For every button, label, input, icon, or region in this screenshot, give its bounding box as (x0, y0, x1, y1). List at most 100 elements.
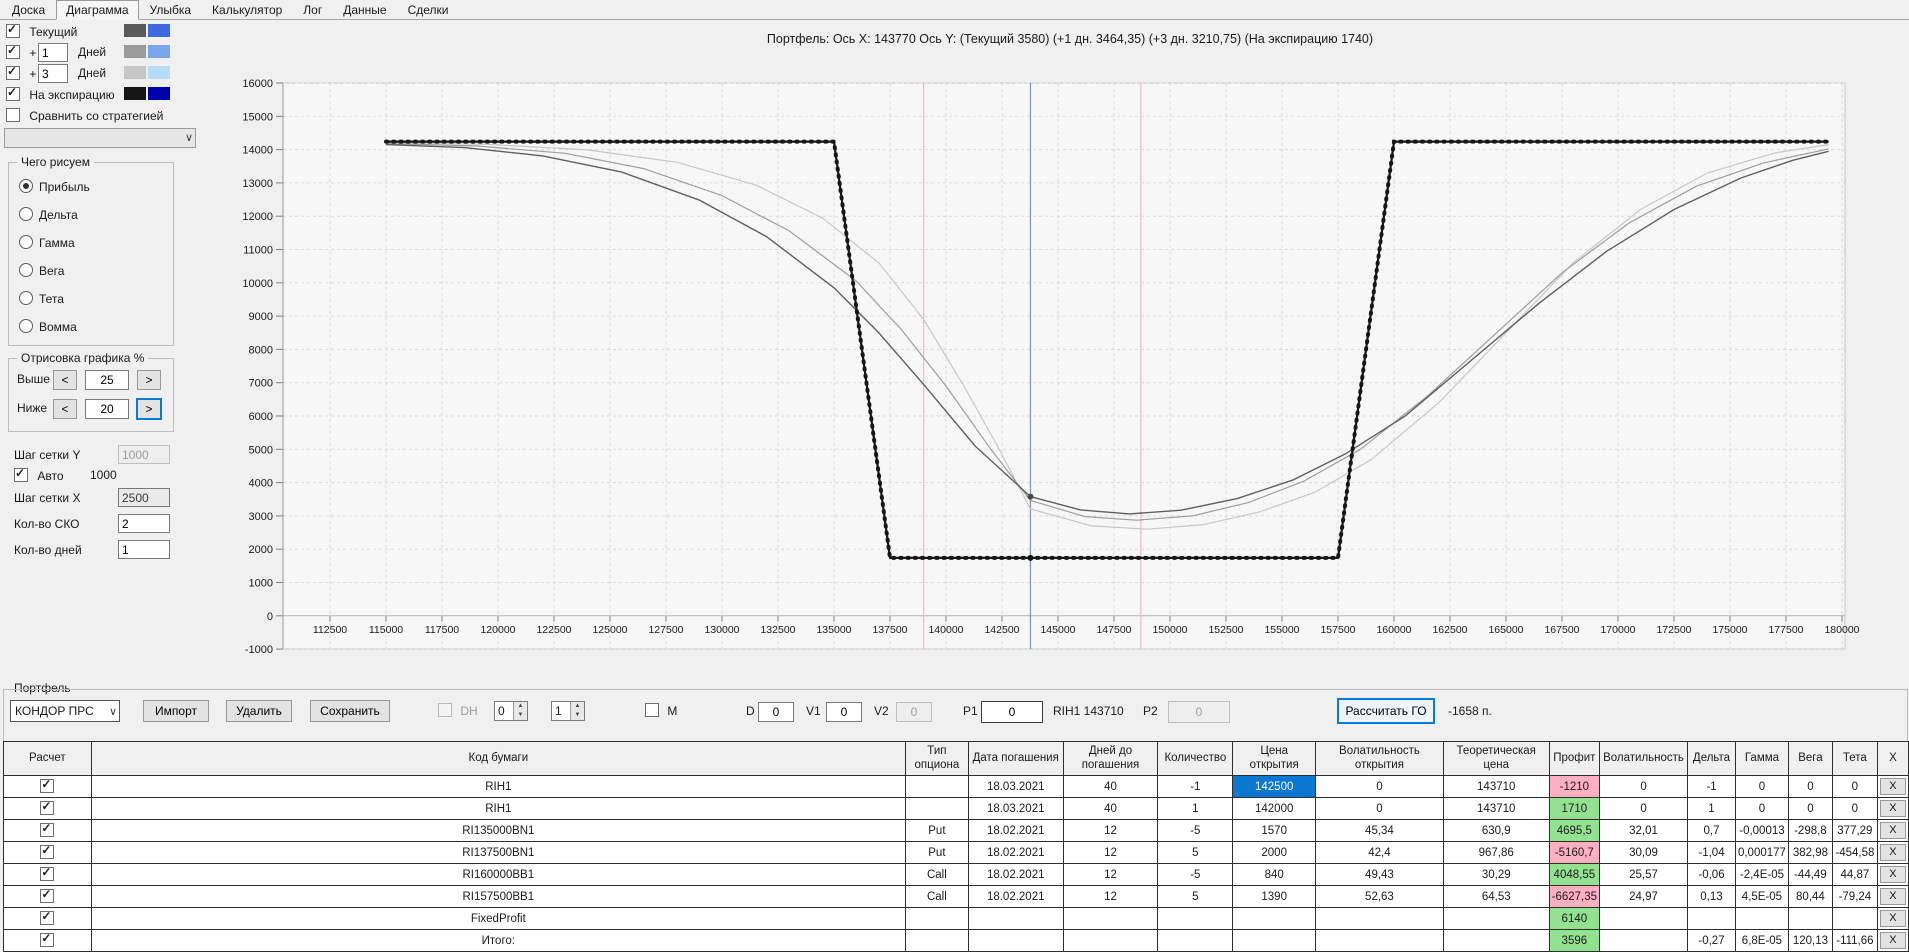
cell-theo[interactable] (1442, 929, 1550, 952)
cell-date[interactable]: 18.02.2021 (967, 819, 1064, 842)
p2-input[interactable] (1168, 701, 1230, 723)
cell-vol_open[interactable]: 52,63 (1315, 885, 1444, 908)
cell-theo[interactable]: 967,86 (1442, 841, 1550, 864)
row-delete-button[interactable]: X (1879, 778, 1906, 795)
cell-qty[interactable] (1157, 907, 1234, 930)
cell-type[interactable]: Put (904, 819, 969, 842)
checkbox-icon[interactable] (40, 932, 55, 947)
cell-vega[interactable]: 382,98 (1787, 841, 1833, 864)
row-delete-cell[interactable]: X (1876, 863, 1909, 886)
layer-plus1-swatch-line[interactable] (124, 45, 146, 58)
cell-type[interactable] (904, 797, 969, 820)
tab-Доска[interactable]: Доска (2, 0, 55, 20)
checkbox-icon[interactable] (40, 866, 55, 881)
tab-Диаграмма[interactable]: Диаграмма (56, 0, 139, 20)
checkbox-icon[interactable] (40, 778, 55, 793)
cell-profit[interactable]: 6140 (1548, 907, 1601, 930)
cell-code[interactable]: RIH1 (90, 797, 906, 820)
cell-days[interactable]: 40 (1062, 775, 1159, 798)
cell-vol[interactable]: 30,09 (1599, 841, 1689, 864)
cell-qty[interactable]: -5 (1157, 863, 1234, 886)
cell-qty[interactable]: 5 (1157, 885, 1234, 908)
cell-type[interactable]: Call (904, 885, 969, 908)
row-delete-cell[interactable]: X (1876, 841, 1909, 864)
cell-vega[interactable] (1787, 907, 1833, 930)
cell-gamma[interactable]: -0,00013 (1734, 819, 1789, 842)
below-percent-input[interactable] (85, 399, 129, 419)
plus3-days-input[interactable] (38, 64, 68, 83)
layer-current-checkbox[interactable] (6, 23, 20, 38)
strategy-combo[interactable]: ∨ (4, 128, 196, 148)
layer-plus1-swatch-fill[interactable] (148, 45, 170, 58)
cell-code[interactable]: RI157500BB1 (90, 885, 906, 908)
calc-margin-button[interactable]: Рассчитать ГО (1337, 698, 1435, 724)
auto-grid-checkbox[interactable] (14, 467, 28, 482)
cell-vol[interactable] (1599, 929, 1689, 952)
cell-code[interactable]: FixedProfit (90, 907, 906, 930)
cell-theta[interactable]: 377,29 (1831, 819, 1878, 842)
layer-current-swatch-line[interactable] (124, 24, 146, 37)
cell-delta[interactable]: 0,7 (1687, 819, 1736, 842)
cell-vol_open[interactable] (1315, 929, 1444, 952)
radio-profit[interactable] (19, 179, 33, 193)
above-percent-input[interactable] (85, 370, 129, 390)
cell-theta[interactable]: 0 (1831, 775, 1878, 798)
tab-Данные[interactable]: Данные (333, 0, 396, 20)
row-delete-cell[interactable]: X (1876, 797, 1909, 820)
radio-vomma[interactable] (19, 319, 33, 333)
cell-vol[interactable] (1599, 907, 1689, 930)
cell-theta[interactable]: -111,66 (1831, 929, 1878, 952)
row-delete-cell[interactable]: X (1876, 819, 1909, 842)
cell-date[interactable]: 18.03.2021 (967, 775, 1064, 798)
cell-theo[interactable]: 30,29 (1442, 863, 1550, 886)
row-delete-button[interactable]: X (1879, 932, 1906, 949)
plus1-days-input[interactable] (38, 43, 68, 62)
cell-theta[interactable]: 44,87 (1831, 863, 1878, 886)
cell-type[interactable] (904, 929, 969, 952)
cell-date[interactable] (967, 907, 1064, 930)
cell-days[interactable]: 12 (1062, 885, 1159, 908)
row-delete-cell[interactable]: X (1876, 929, 1909, 952)
cell-price[interactable] (1232, 907, 1317, 930)
cell-profit[interactable]: -1210 (1548, 775, 1601, 798)
cell-theta[interactable]: -79,24 (1831, 885, 1878, 908)
cell-code[interactable]: RI160000BB1 (90, 863, 906, 886)
cell-days[interactable]: 12 (1062, 841, 1159, 864)
below-increment-button[interactable]: > (136, 398, 162, 420)
d-input[interactable] (758, 702, 794, 722)
v1-input[interactable] (826, 702, 862, 722)
cell-theta[interactable]: 0 (1831, 797, 1878, 820)
row-calc-checkbox[interactable] (3, 841, 92, 864)
row-calc-checkbox[interactable] (3, 819, 92, 842)
cell-vol[interactable]: 25,57 (1599, 863, 1689, 886)
row-delete-button[interactable]: X (1879, 888, 1906, 905)
above-increment-button[interactable]: > (137, 370, 161, 390)
layer-plus3-swatch-line[interactable] (124, 66, 146, 79)
cell-delta[interactable]: -0,27 (1687, 929, 1736, 952)
cell-theo[interactable] (1442, 907, 1550, 930)
tab-Сделки[interactable]: Сделки (398, 0, 459, 20)
cell-profit[interactable]: 3596 (1548, 929, 1601, 952)
cell-theo[interactable]: 143710 (1442, 797, 1550, 820)
cell-price[interactable]: 1570 (1232, 819, 1317, 842)
cell-date[interactable]: 18.02.2021 (967, 885, 1064, 908)
cell-vol_open[interactable] (1315, 907, 1444, 930)
cell-code[interactable]: RIH1 (90, 775, 906, 798)
row-delete-button[interactable]: X (1879, 800, 1906, 817)
cell-theta[interactable]: -454,58 (1831, 841, 1878, 864)
cell-date[interactable]: 18.02.2021 (967, 863, 1064, 886)
cell-days[interactable]: 12 (1062, 863, 1159, 886)
cell-days[interactable]: 40 (1062, 797, 1159, 820)
tab-Калькулятор[interactable]: Калькулятор (202, 0, 292, 20)
spinner-arrows-icon[interactable]: ▲ ▼ (570, 702, 584, 720)
tab-Улыбка[interactable]: Улыбка (140, 0, 202, 20)
row-delete-button[interactable]: X (1879, 844, 1906, 861)
cell-theo[interactable]: 64,53 (1442, 885, 1550, 908)
grid-step-y-input[interactable] (118, 445, 170, 464)
cell-date[interactable]: 18.02.2021 (967, 841, 1064, 864)
m-checkbox[interactable] (645, 703, 659, 717)
checkbox-icon[interactable] (40, 910, 55, 925)
cell-profit[interactable]: 4695,5 (1548, 819, 1601, 842)
cell-gamma[interactable]: -2,4E-05 (1734, 863, 1789, 886)
cell-vol_open[interactable]: 45,34 (1315, 819, 1444, 842)
